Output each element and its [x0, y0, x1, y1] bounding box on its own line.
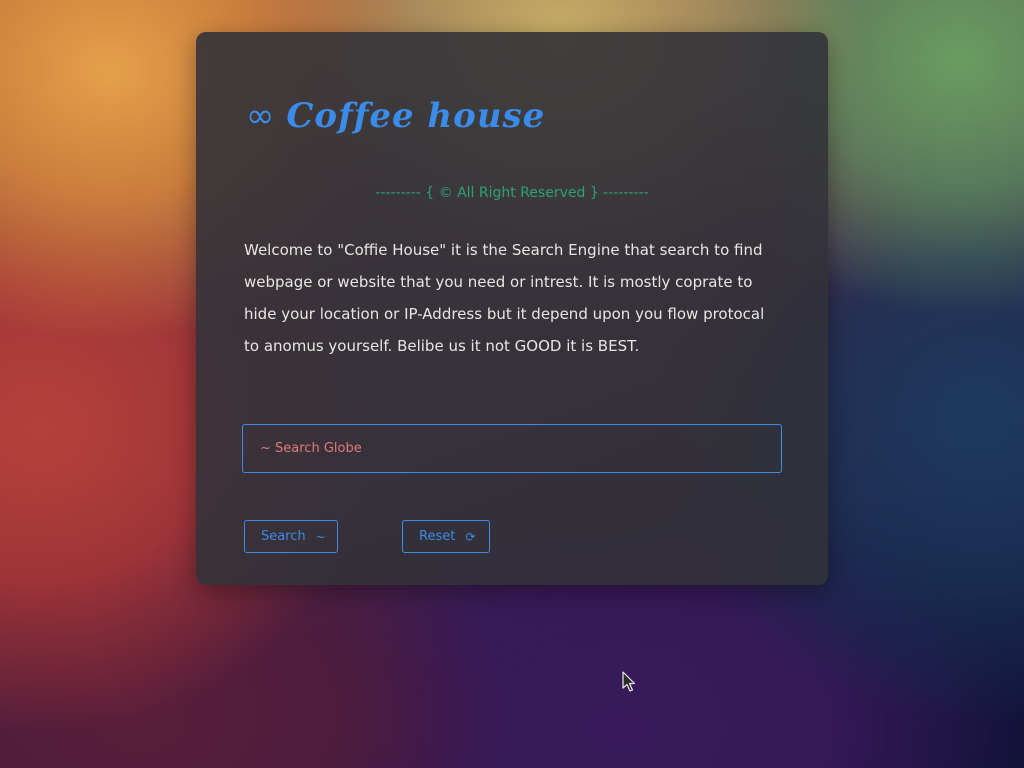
- copyright-notice: --------- { © All Right Reserved } -----…: [375, 185, 649, 201]
- search-button-label: Search: [261, 529, 306, 544]
- tilde-icon: ~: [315, 529, 326, 544]
- infinity-icon: ∞: [246, 96, 275, 136]
- mouse-pointer-icon: [622, 671, 636, 692]
- welcome-paragraph: Welcome to "Coffie House" it is the Sear…: [244, 241, 765, 355]
- search-input[interactable]: [242, 424, 782, 473]
- page-title: Coffee house: [286, 96, 546, 136]
- search-button[interactable]: Search ~: [244, 520, 338, 553]
- brand-header: ∞ Coffee house: [246, 94, 545, 138]
- reset-button-label: Reset: [419, 529, 456, 544]
- reset-button[interactable]: Reset ⟳: [402, 520, 490, 553]
- search-card: ∞ Coffee house --------- { © All Right R…: [196, 32, 828, 585]
- refresh-icon: ⟳: [465, 529, 476, 544]
